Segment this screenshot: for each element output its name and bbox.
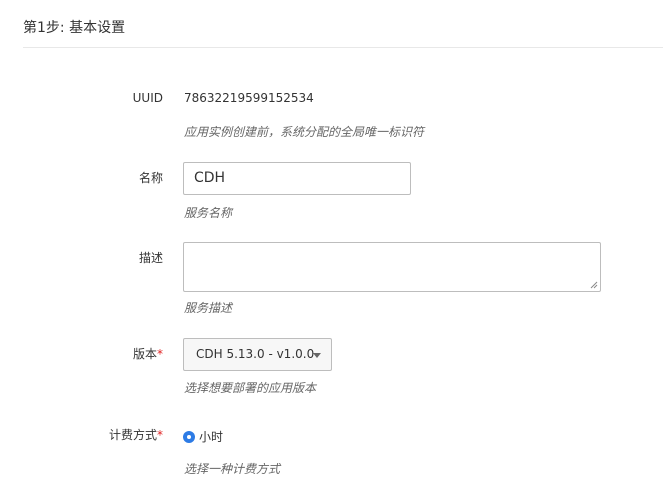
billing-help: 选择一种计费方式 [184,462,281,476]
header-divider [23,47,663,48]
required-mark: * [157,347,163,361]
name-label: 名称 [138,171,163,185]
step-title: 第1步: 基本设置 [23,20,126,36]
billing-option-label: 小时 [199,430,224,444]
resize-grip-icon[interactable] [590,281,598,289]
billing-option-hourly[interactable]: 小时 [183,428,223,445]
uuid-help: 应用实例创建前，系统分配的全局唯一标识符 [184,125,425,139]
version-help: 选择想要部署的应用版本 [184,381,317,395]
version-select[interactable]: CDH 5.13.0 - v1.0.0 [183,338,332,371]
billing-label: 计费方式* [0,427,163,443]
description-label: 描述 [138,251,163,265]
version-label-text: 版本 [132,347,157,361]
description-textarea[interactable] [183,242,601,292]
chevron-down-icon [313,353,321,358]
uuid-label: UUID [132,91,163,105]
billing-label-text: 计费方式 [108,428,157,442]
required-mark: * [157,428,163,442]
radio-selected-icon[interactable] [183,430,195,443]
description-help: 服务描述 [184,301,233,315]
name-help: 服务名称 [184,206,233,220]
name-input[interactable]: CDH [183,162,411,195]
app-config-form: 第1步: 基本设置 UUID 78632219599152534 应用实例创建前… [0,0,663,492]
uuid-value: 78632219599152534 [184,91,314,105]
version-selected-value: CDH 5.13.0 - v1.0.0 [196,347,315,361]
version-label: 版本* [0,346,163,362]
